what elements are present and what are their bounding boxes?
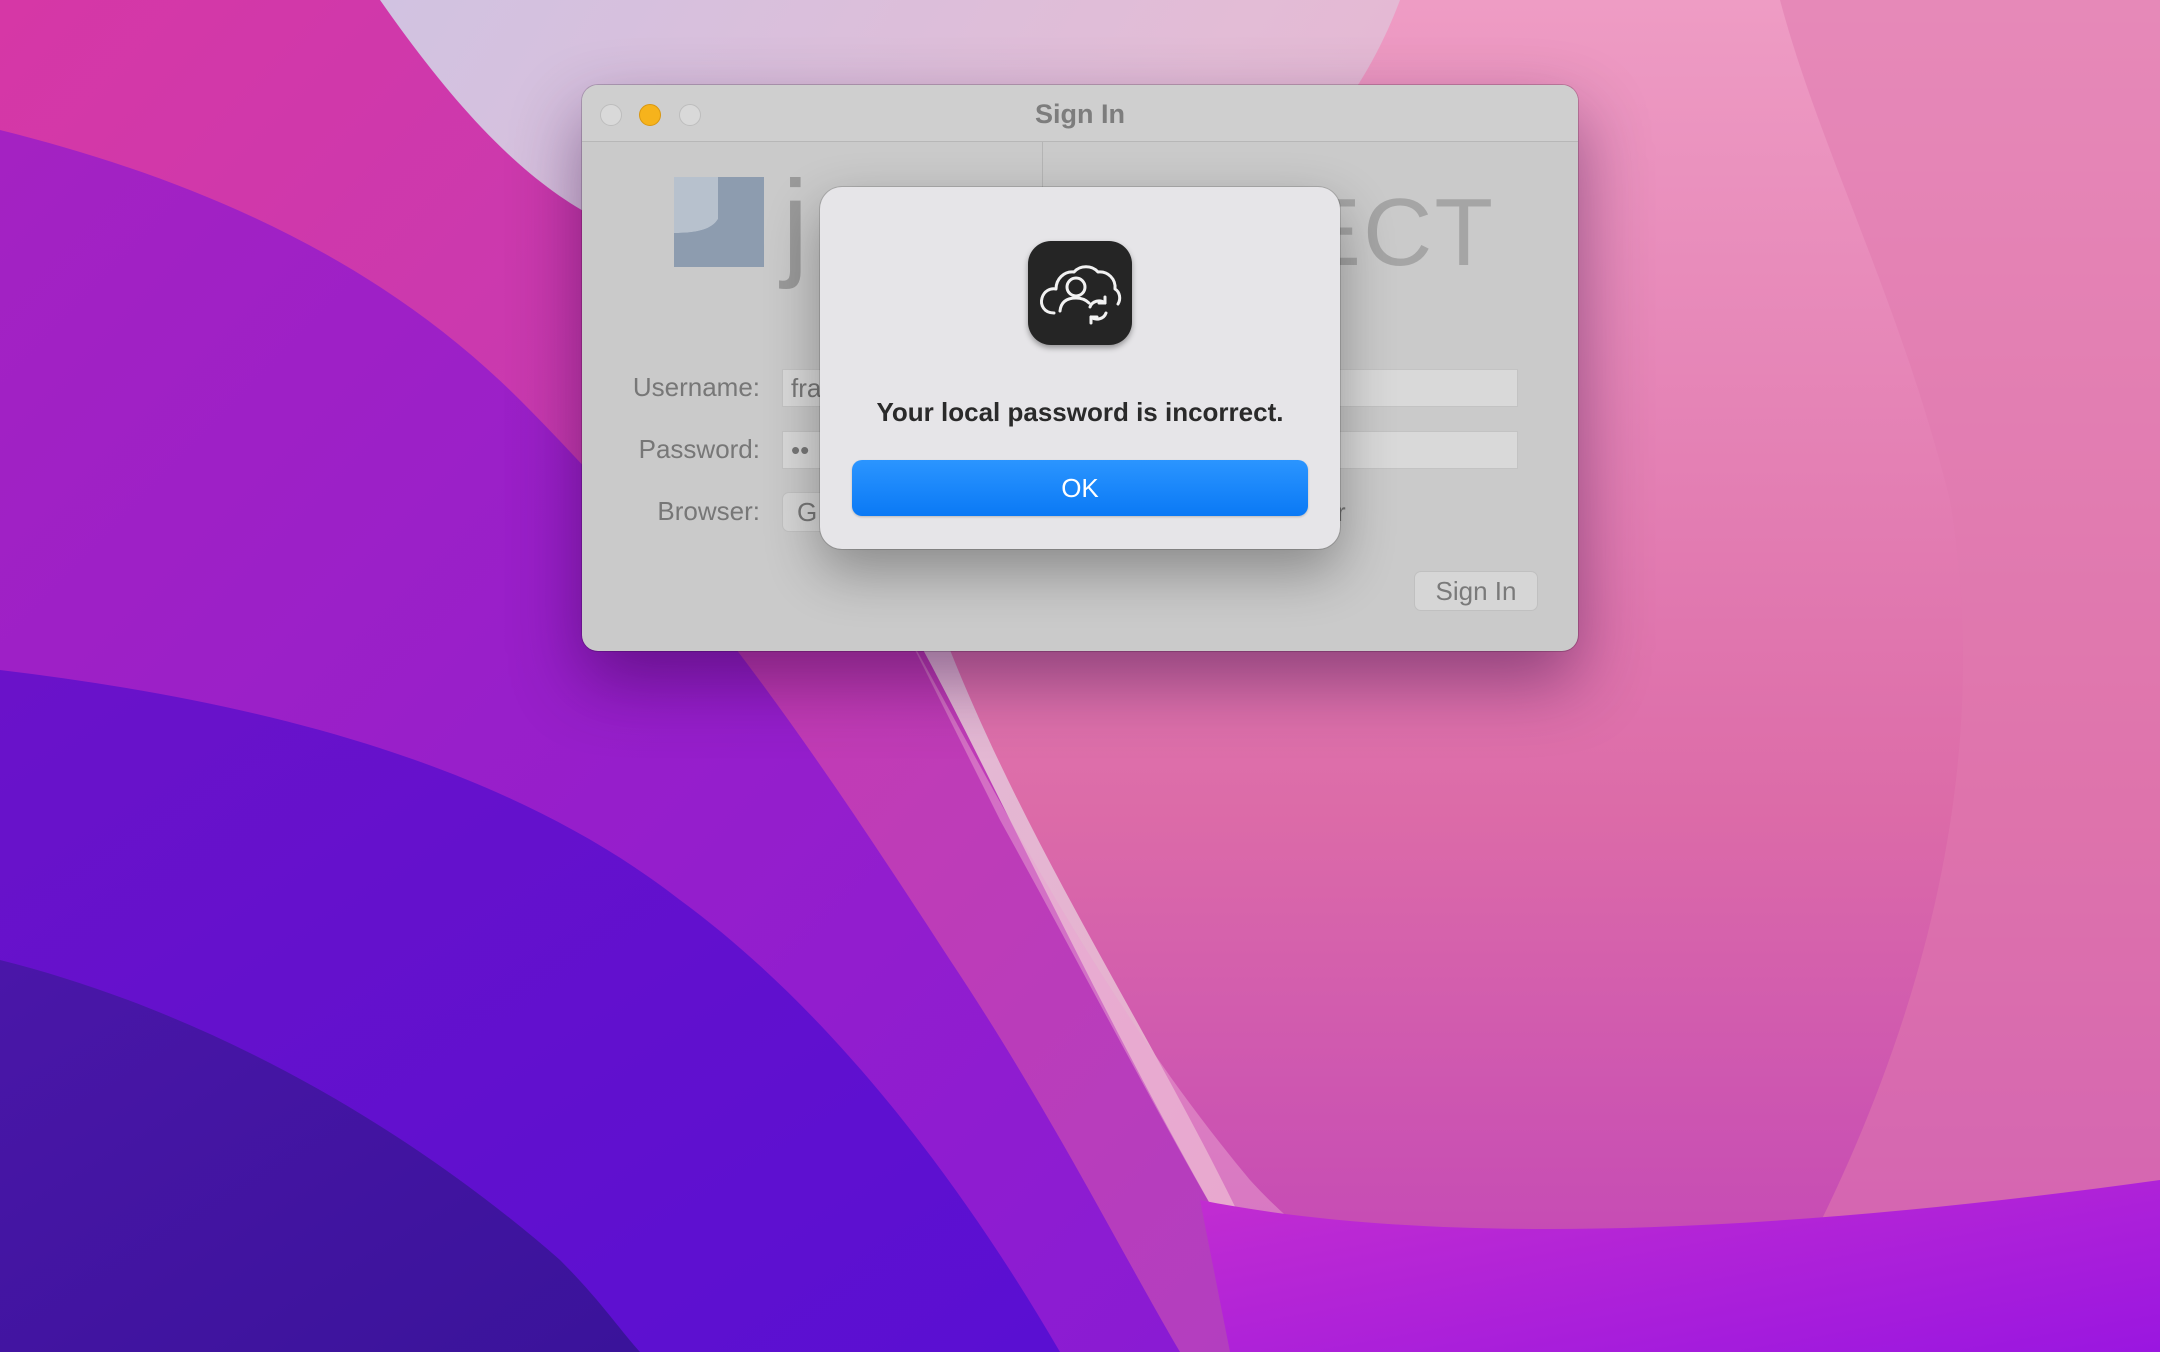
- ok-button[interactable]: OK: [852, 460, 1308, 516]
- app-logo-icon: [674, 177, 764, 267]
- desktop-wallpaper: Sign In j ECT Username: fra Password: ••…: [0, 0, 2160, 1352]
- window-titlebar[interactable]: Sign In: [582, 85, 1578, 142]
- sign-in-button[interactable]: Sign In: [1414, 571, 1538, 611]
- alert-message: Your local password is incorrect.: [876, 397, 1284, 427]
- password-label: Password:: [638, 434, 760, 464]
- cloud-user-sync-icon: [1028, 241, 1132, 345]
- window-title: Sign In: [1035, 99, 1125, 129]
- username-label: Username:: [632, 372, 760, 402]
- alert-dialog: Your local password is incorrect. OK: [820, 187, 1340, 549]
- browser-label: Browser:: [657, 496, 760, 526]
- logo-wordmark: j: [782, 156, 809, 290]
